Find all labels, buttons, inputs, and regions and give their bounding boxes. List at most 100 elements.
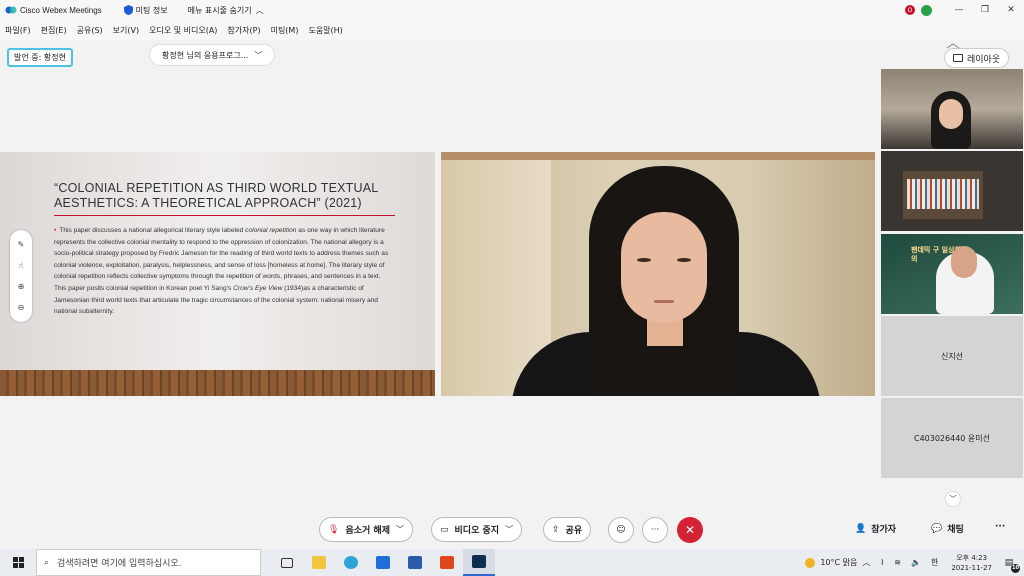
task-view-icon[interactable]: [271, 549, 303, 576]
meeting-info-label: 미팅 정보: [135, 5, 168, 15]
layout-button[interactable]: 레이아웃: [944, 48, 1010, 68]
windows-icon: [12, 557, 24, 568]
network-health-icon[interactable]: [921, 4, 932, 16]
edge-icon[interactable]: [335, 549, 367, 576]
stop-video-label: 비디오 중지: [454, 526, 500, 536]
speaker-face: [621, 212, 707, 322]
menu-participants[interactable]: 참가자(P): [222, 25, 265, 36]
stop-video-button[interactable]: ▭ 비디오 중지 ﹀: [431, 517, 523, 542]
weather-icon: [805, 557, 816, 568]
menu-edit[interactable]: 편집(E): [36, 25, 72, 36]
chevron-down-icon: ﹀: [254, 50, 263, 60]
zoom-out-icon[interactable]: ⊖: [18, 303, 25, 312]
hide-menu-label: 메뉴 표시줄 숨기기: [187, 5, 252, 15]
volume-icon[interactable]: 🔈: [911, 558, 921, 567]
video-ceiling: [441, 152, 875, 160]
menu-help[interactable]: 도움말(H): [303, 25, 347, 36]
app-title: Cisco Webex Meetings: [20, 5, 102, 15]
menu-meeting[interactable]: 미팅(M): [266, 25, 304, 36]
menu-file[interactable]: 파일(F): [0, 25, 36, 36]
clock-time: 오후 4:23: [956, 553, 988, 562]
menu-view[interactable]: 보기(V): [108, 25, 144, 36]
mic-muted-icon: 🎙: [328, 524, 340, 535]
restore-button[interactable]: ❐: [972, 0, 998, 20]
participant-video-1[interactable]: [881, 69, 1023, 149]
chat-label: 채팅: [947, 525, 964, 535]
hide-menu-button[interactable]: 메뉴 표시줄 숨기기 ︿: [188, 5, 264, 16]
participant-tile-no-video[interactable]: C403026440 윤미선: [881, 398, 1023, 478]
start-button[interactable]: [0, 549, 36, 576]
unmute-label: 음소거 해제: [345, 526, 390, 536]
participants-button[interactable]: 👤 참가자: [855, 522, 897, 536]
minimize-button[interactable]: —: [946, 0, 972, 20]
speaker-eye-left: [637, 258, 651, 262]
share-icon: ⇪: [552, 524, 560, 535]
speaker-mouth: [654, 300, 674, 303]
mail-icon[interactable]: [367, 549, 399, 576]
slide-body: • This paper discusses a national allegor…: [54, 225, 394, 318]
layout-label: 레이아웃: [967, 54, 1001, 65]
annotation-toolbar: ✎ ☝ ⊕ ⊖: [10, 230, 32, 322]
wifi-icon[interactable]: ≋: [894, 558, 901, 567]
clock[interactable]: 오후 4:23 2021-11-27: [951, 553, 992, 573]
menu-audio-video[interactable]: 오디오 및 비디오(A): [144, 25, 222, 36]
menu-bar: 파일(F) 편집(E) 공유(S) 보기(V) 오디오 및 비디오(A) 참가자…: [0, 20, 1024, 40]
more-options-button[interactable]: ···: [642, 517, 668, 543]
slide-body-text-2: as one way in which literature represent…: [54, 227, 389, 292]
close-button[interactable]: ✕: [998, 0, 1024, 20]
system-tray: 10°C 맑음 ︿ ⌇ ≋ 🔈 한 오후 4:23 2021-11-27 ▤ 10: [805, 549, 1024, 576]
shared-content-dropdown[interactable]: 황정현 님의 응용프로그... ﹀: [149, 44, 276, 66]
participant-1-face: [939, 99, 963, 129]
tray-overflow-icon[interactable]: ︿: [862, 557, 870, 568]
title-bar: Cisco Webex Meetings 미팅 정보 메뉴 표시줄 숨기기 ︿ …: [0, 0, 1024, 20]
slide-divider: [54, 215, 395, 216]
chevron-down-icon[interactable]: ﹀: [945, 491, 961, 507]
active-speaker-badge: 발언 중: 황정현: [7, 48, 73, 67]
menu-share[interactable]: 공유(S): [72, 25, 108, 36]
active-speaker-video[interactable]: [441, 152, 875, 396]
notification-count: 10: [1011, 563, 1020, 573]
shared-slide[interactable]: “COLONIAL REPETITION AS THIRD WORLD TEXT…: [0, 152, 435, 396]
chevron-down-icon: ﹀: [395, 525, 404, 534]
chevron-up-icon[interactable]: [946, 43, 960, 49]
webex-taskbar-icon[interactable]: [463, 549, 495, 576]
weather-label[interactable]: 10°C 맑음: [820, 557, 857, 568]
shield-icon: [123, 5, 133, 15]
participant-tile-no-video[interactable]: 신지선: [881, 316, 1023, 396]
meeting-info-button[interactable]: 미팅 정보: [123, 5, 168, 16]
office-icon[interactable]: [431, 549, 463, 576]
file-explorer-icon[interactable]: [303, 549, 335, 576]
store-icon[interactable]: [399, 549, 431, 576]
search-placeholder: 검색하려면 여기에 입력하십시오.: [57, 559, 182, 569]
participants-label: 참가자: [871, 525, 897, 535]
status-badge[interactable]: O: [905, 5, 915, 15]
smiley-icon: ☺: [616, 525, 626, 535]
taskbar: ⌕ 검색하려면 여기에 입력하십시오. 10°C 맑음 ︿ ⌇ ≋ 🔈 한 오후…: [0, 549, 1024, 576]
participants-icon: 👤: [855, 523, 867, 534]
notification-center-icon[interactable]: ▤ 10: [1000, 555, 1020, 573]
shared-content-label: 황정현 님의 응용프로그...: [162, 50, 249, 60]
chat-button[interactable]: 💬 채팅: [931, 522, 964, 536]
camera-icon: ▭: [440, 524, 449, 535]
speaker-eye-right: [677, 258, 691, 262]
leave-meeting-button[interactable]: ✕: [677, 517, 703, 543]
zoom-in-icon[interactable]: ⊕: [18, 282, 25, 291]
ime-indicator[interactable]: 한: [931, 557, 938, 568]
participant-video-2[interactable]: [881, 151, 1023, 231]
chevron-down-icon: ﹀: [505, 525, 514, 534]
slide-body-text-1: This paper discusses a national allegori…: [59, 227, 246, 234]
share-label: 공유: [565, 526, 583, 536]
webex-logo-icon: [5, 6, 17, 14]
annotate-icon[interactable]: ✎: [18, 240, 25, 249]
pointer-icon[interactable]: ☝: [19, 261, 24, 270]
chat-icon: 💬: [931, 523, 943, 534]
panel-more-button[interactable]: ···: [995, 522, 1005, 532]
reactions-button[interactable]: ☺: [608, 517, 634, 543]
network-icon[interactable]: ⌇: [880, 558, 884, 567]
participant-video-3[interactable]: 팬데믹 구 일상회복의: [881, 234, 1023, 314]
unmute-button[interactable]: 🎙 음소거 해제 ﹀: [319, 517, 413, 542]
slide-body-italic-1: colonial repetition: [245, 227, 297, 234]
share-button[interactable]: ⇪ 공유: [543, 517, 592, 542]
taskbar-search[interactable]: ⌕ 검색하려면 여기에 입력하십시오.: [36, 549, 261, 576]
meeting-controls: 🎙 음소거 해제 ﹀ ▭ 비디오 중지 ﹀ ⇪ 공유 ☺ ··· ✕ 👤 참가자…: [0, 509, 1024, 549]
